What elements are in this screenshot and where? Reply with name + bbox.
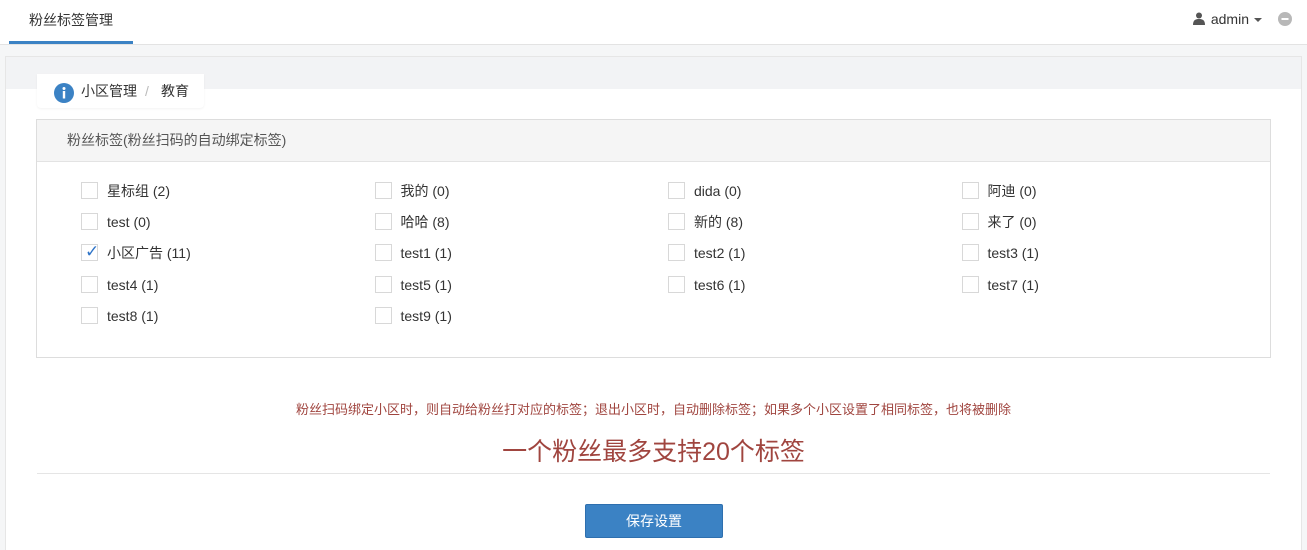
user-name: admin xyxy=(1210,11,1249,27)
tag-label: test5 (1) xyxy=(400,276,452,293)
tab-fan-tag-management[interactable]: 粉丝标签管理 xyxy=(9,0,133,44)
breadcrumb-item-education: 教育 xyxy=(161,83,189,99)
info-icon xyxy=(54,81,74,115)
tag-label: test7 (1) xyxy=(987,276,1039,293)
tag-label: 新的 (8) xyxy=(694,214,743,231)
tag-label: 哈哈 (8) xyxy=(400,214,450,231)
tag-label: test9 (1) xyxy=(400,307,452,324)
tag-label: 阿迪 (0) xyxy=(987,183,1037,199)
checkbox[interactable] xyxy=(374,275,392,293)
checkbox-checked[interactable]: ✓ xyxy=(81,242,100,262)
tag-label: test (0) xyxy=(107,214,151,231)
tag-label: test1 (1) xyxy=(400,245,452,262)
message-icon[interactable] xyxy=(1278,12,1292,29)
breadcrumb-separator: / xyxy=(145,83,149,99)
checkbox[interactable] xyxy=(81,213,98,231)
checkbox[interactable] xyxy=(668,275,685,293)
tag-label: dida (0) xyxy=(694,183,742,199)
notice-text: 粉丝扫码绑定小区时，则自动给粉丝打对应的标签；退出小区时，自动删除标签；如果多个… xyxy=(295,402,1011,417)
checkbox[interactable] xyxy=(961,182,979,199)
checkbox[interactable] xyxy=(81,182,98,199)
panel-title: 粉丝标签(粉丝扫码的自动绑定标签) xyxy=(37,120,1270,162)
checkbox[interactable] xyxy=(668,213,685,231)
checkbox[interactable] xyxy=(374,306,392,324)
tag-label: 我的 (0) xyxy=(400,183,450,199)
tag-label: 来了 (0) xyxy=(987,214,1037,231)
checkbox[interactable] xyxy=(374,244,392,262)
checkbox[interactable] xyxy=(961,275,979,293)
checkbox[interactable] xyxy=(81,306,98,324)
checkbox[interactable] xyxy=(374,213,392,231)
checkbox[interactable] xyxy=(668,182,685,199)
chevron-down-icon xyxy=(1254,18,1262,23)
breadcrumb-item-community[interactable]: 小区管理 xyxy=(81,74,137,108)
tag-label: test2 (1) xyxy=(694,245,746,262)
breadcrumb: 小区管理 / 教育 xyxy=(37,74,204,108)
checkbox[interactable] xyxy=(961,213,979,231)
divider xyxy=(37,473,1270,474)
main-content: 小区管理 / 教育 粉丝标签(粉丝扫码的自动绑定标签) 星标组 (2) 我的 (0… xyxy=(5,56,1302,550)
tag-label: 小区广告 (11) xyxy=(107,245,191,262)
tag-label: 星标组 (2) xyxy=(107,183,170,199)
save-settings-button[interactable]: 保存设置 xyxy=(585,504,723,538)
checkbox[interactable] xyxy=(81,275,98,293)
check-icon: ✓ xyxy=(85,242,100,262)
top-bar: 粉丝标签管理 admin xyxy=(0,0,1307,45)
tag-label: test8 (1) xyxy=(107,307,159,324)
checkbox[interactable] xyxy=(374,182,392,199)
user-icon xyxy=(1192,1,1205,39)
tag-label: test3 (1) xyxy=(987,245,1039,262)
user-menu[interactable]: admin xyxy=(1192,0,1262,39)
tag-limit-tip: 一个粉丝最多支持20个标签 xyxy=(502,438,805,466)
checkbox[interactable] xyxy=(961,244,979,262)
tag-label: test4 (1) xyxy=(107,276,159,293)
fan-tag-panel: 粉丝标签(粉丝扫码的自动绑定标签) 星标组 (2) 我的 (0) dida (0) 阿… xyxy=(36,119,1271,358)
tag-label: test6 (1) xyxy=(694,276,746,293)
checkbox[interactable] xyxy=(668,244,685,262)
